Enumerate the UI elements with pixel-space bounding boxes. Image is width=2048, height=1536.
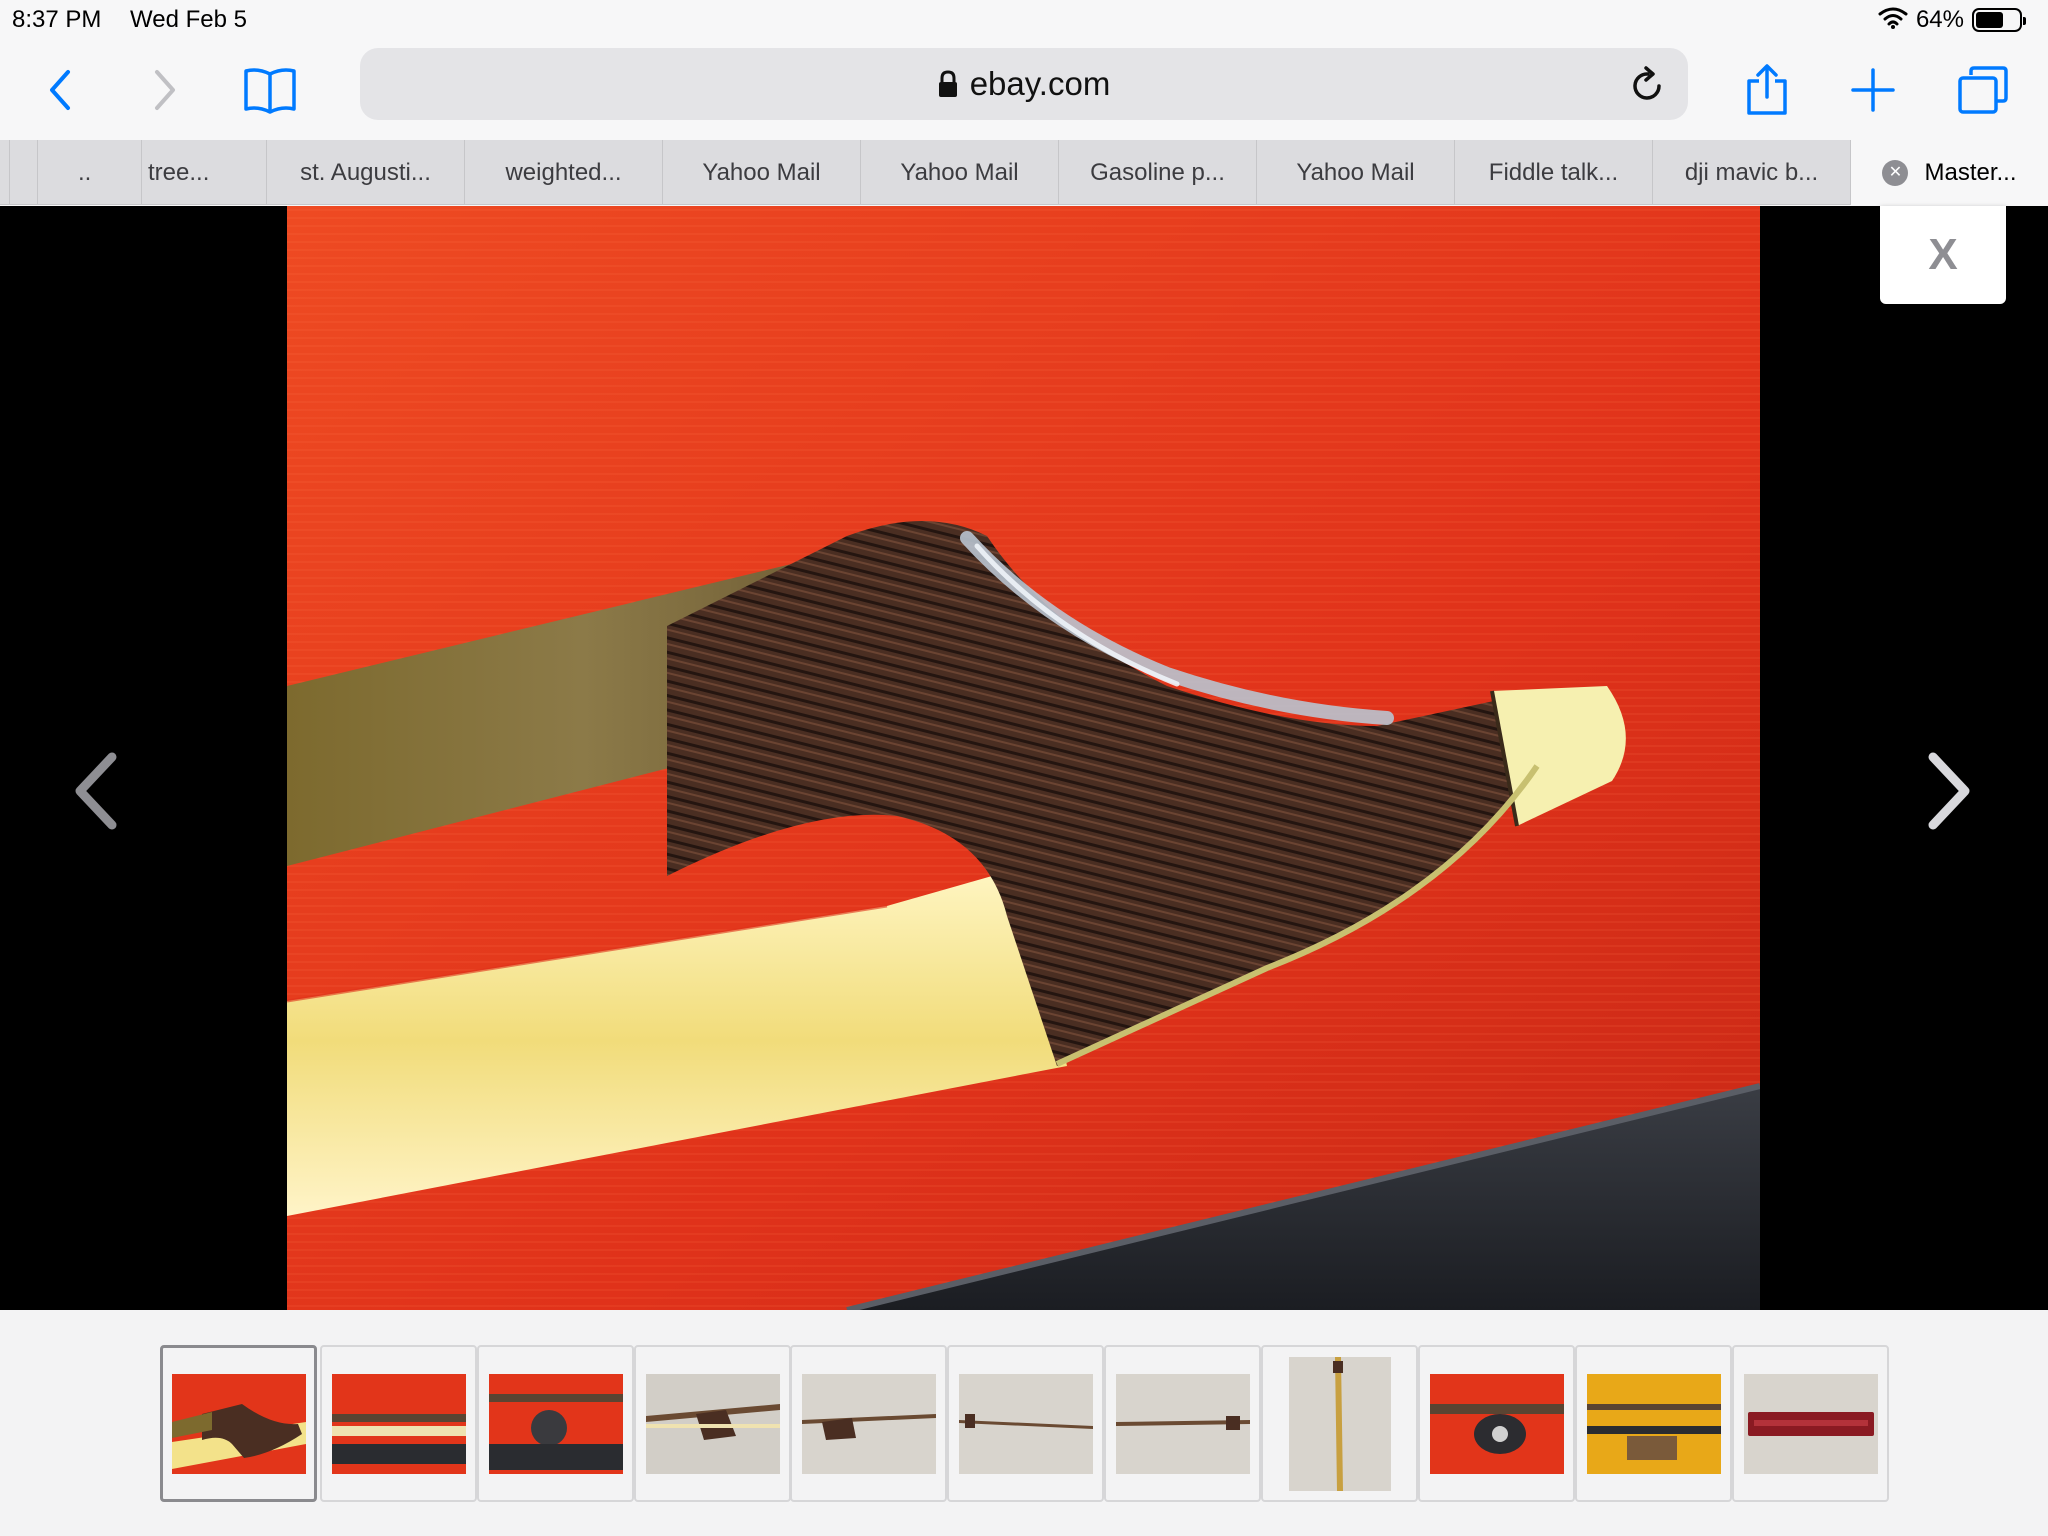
battery-percent: 64% — [1915, 6, 1964, 33]
thumbnail-image — [1115, 1373, 1250, 1474]
chevron-right-icon — [1928, 752, 1970, 830]
tab-item[interactable]: Fiddle talk... — [1455, 140, 1653, 205]
book-icon — [244, 68, 296, 114]
tab-label: weighted... — [505, 158, 622, 186]
tab-label: st. Augusti... — [300, 158, 431, 186]
thumbnail-9[interactable] — [1418, 1345, 1575, 1502]
tab-item[interactable]: st. Augusti... — [267, 140, 465, 205]
thumbnail-image — [1586, 1373, 1721, 1474]
thumbnail-image — [1743, 1373, 1878, 1474]
tabs-button[interactable] — [1938, 40, 2028, 140]
url-text: ebay.com — [969, 65, 1111, 102]
tab-item[interactable]: dji mavic b... — [1653, 140, 1851, 205]
share-icon — [1747, 64, 1787, 115]
forward-button[interactable] — [120, 40, 210, 140]
thumbnail-3[interactable] — [477, 1345, 634, 1502]
thumbnail-10[interactable] — [1575, 1345, 1732, 1502]
status-bar: 8:37 PM Wed Feb 5 64% — [0, 0, 2048, 40]
thumbnail-image — [488, 1373, 623, 1474]
chevron-left-icon — [50, 70, 70, 110]
plus-icon — [1851, 68, 1895, 112]
status-indicators: 64% — [1878, 4, 2026, 36]
status-time: 8:37 PM — [12, 6, 102, 33]
tabs-icon — [1958, 66, 2008, 114]
thumbnail-11[interactable] — [1732, 1345, 1889, 1502]
previous-image-button[interactable] — [55, 736, 135, 846]
thumbnail-strip — [0, 1310, 2048, 1536]
tab-label: .. — [78, 158, 92, 186]
new-tab-button[interactable] — [1828, 40, 1918, 140]
thumbnail-image — [801, 1373, 936, 1474]
lock-icon — [938, 70, 957, 97]
reload-icon — [1633, 66, 1661, 100]
thumbnail-2[interactable] — [320, 1345, 477, 1502]
tab-label: tree... — [148, 158, 210, 186]
tab-item-active[interactable]: ✕ Master... — [1851, 140, 2048, 205]
thumbnail-image — [958, 1373, 1093, 1474]
thumbnail-1[interactable] — [160, 1345, 317, 1502]
tab-item[interactable]: Gasoline p... — [1059, 140, 1257, 205]
share-button[interactable] — [1722, 40, 1812, 140]
tab-item[interactable]: .. — [38, 140, 142, 205]
address-display: ebay.com — [360, 48, 1688, 120]
next-image-button[interactable] — [1910, 736, 1990, 846]
address-bar[interactable]: ebay.com — [360, 48, 1688, 120]
main-photo[interactable] — [287, 206, 1760, 1310]
tab-label: Yahoo Mail — [1296, 158, 1415, 186]
thumbnail-5[interactable] — [790, 1345, 947, 1502]
tab-label: Yahoo Mail — [702, 158, 821, 186]
thumbnail-4[interactable] — [634, 1345, 791, 1502]
tab-item[interactable]: weighted... — [465, 140, 663, 205]
tab-label: Fiddle talk... — [1488, 158, 1619, 186]
tab-strip: .. tree... st. Augusti... weighted... Ya… — [0, 140, 2048, 205]
chevron-right-icon — [155, 70, 175, 110]
thumbnail-6[interactable] — [947, 1345, 1104, 1502]
thumbnail-7[interactable] — [1104, 1345, 1261, 1502]
tab-item[interactable]: Yahoo Mail — [861, 140, 1059, 205]
battery-fill — [1976, 12, 2003, 28]
chevron-left-icon — [75, 752, 117, 830]
bookmarks-button[interactable] — [225, 40, 315, 140]
tab-label: Master... — [1924, 158, 2017, 186]
browser-toolbar: ebay.com — [0, 40, 2048, 140]
thumbnail-image — [331, 1373, 466, 1474]
tab-overflow-edge[interactable] — [10, 140, 38, 205]
close-viewer-button[interactable]: X — [1880, 206, 2006, 304]
thumbnail-image — [171, 1373, 306, 1474]
tab-label: Gasoline p... — [1090, 158, 1225, 186]
thumbnail-image — [645, 1373, 780, 1474]
back-button[interactable] — [15, 40, 105, 140]
tab-label: Yahoo Mail — [900, 158, 1019, 186]
tab-overflow-edge[interactable] — [0, 140, 10, 205]
thumbnail-image — [1288, 1356, 1391, 1491]
tab-item[interactable]: Yahoo Mail — [663, 140, 861, 205]
status-date: Wed Feb 5 — [130, 6, 247, 33]
wifi-icon — [1878, 6, 1908, 35]
reload-button[interactable] — [1622, 58, 1674, 110]
tab-item[interactable]: tree... — [142, 140, 267, 205]
battery-icon — [1972, 8, 2026, 32]
thumbnail-image — [1429, 1373, 1564, 1474]
image-viewer: X — [0, 206, 2048, 1310]
thumbnail-8[interactable] — [1261, 1345, 1418, 1502]
bow-frog-photo — [287, 206, 1760, 1310]
tab-label: dji mavic b... — [1684, 158, 1819, 186]
close-tab-icon[interactable]: ✕ — [1882, 159, 1909, 186]
tab-item[interactable]: Yahoo Mail — [1257, 140, 1455, 205]
